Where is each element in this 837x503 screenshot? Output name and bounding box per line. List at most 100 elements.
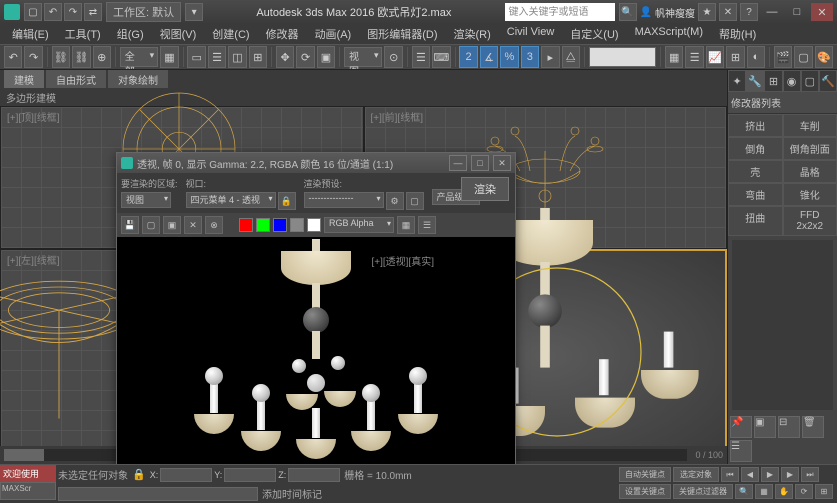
ribbon-tab-freeform[interactable]: 自由形式 — [46, 70, 106, 88]
crossing-icon[interactable]: ▦ — [160, 46, 178, 68]
mod-bend[interactable]: 弯曲 — [728, 183, 783, 206]
cmd-tab-create[interactable]: ✦ — [728, 70, 746, 92]
unique[interactable]: ⊟ — [778, 416, 800, 438]
material-editor-button[interactable]: ◐ — [747, 46, 765, 68]
coord-y[interactable] — [224, 468, 276, 482]
workspace-dropdown[interactable]: ▾ — [185, 3, 203, 21]
channel-alpha[interactable] — [290, 218, 304, 232]
rotate-button[interactable]: ⟳ — [296, 46, 314, 68]
render-close-button[interactable]: ✕ — [493, 155, 511, 171]
mirror-button[interactable]: ⧋ — [562, 46, 580, 68]
addtime-label[interactable]: 添加时间标记 — [262, 486, 322, 501]
window-crossing-button[interactable]: ⊞ — [249, 46, 267, 68]
menu-group[interactable]: 组(G) — [111, 24, 150, 44]
clone-button[interactable]: ▣ — [163, 216, 181, 234]
undo-button[interactable]: ↶ — [4, 46, 22, 68]
menu-edit[interactable]: 编辑(E) — [6, 24, 55, 44]
render-button-main[interactable]: 渲染 — [461, 177, 509, 201]
mod-lathe[interactable]: 车削 — [783, 114, 837, 137]
help-icon[interactable]: 🔍 — [619, 3, 637, 21]
setkey-button[interactable]: 设置关键点 — [619, 484, 671, 499]
render-canvas[interactable] — [117, 237, 515, 481]
menu-customize[interactable]: 自定义(U) — [564, 24, 624, 44]
modifier-stack[interactable] — [732, 240, 833, 410]
nav-orbit[interactable]: ⟳ — [795, 484, 813, 499]
render-max-button[interactable]: □ — [471, 155, 489, 171]
keyfilter-button[interactable]: 关键点过滤器 — [673, 484, 733, 499]
cmd-tab-display[interactable]: ▢ — [801, 70, 819, 92]
close-button[interactable]: ✕ — [811, 3, 833, 21]
timeline-thumb[interactable] — [4, 449, 44, 461]
bind-button[interactable]: ⊕ — [93, 46, 111, 68]
cmd-tab-modify[interactable]: 🔧 — [746, 70, 764, 92]
viewport-left-label[interactable]: [+][左][线框] — [7, 252, 60, 267]
select-name-button[interactable]: ☰ — [208, 46, 226, 68]
mod-lattice[interactable]: 晶格 — [783, 160, 837, 183]
menu-render[interactable]: 渲染(R) — [448, 24, 497, 44]
pin-stack[interactable]: 📌 — [730, 416, 752, 438]
menu-tools[interactable]: 工具(T) — [59, 24, 107, 44]
menu-view[interactable]: 视图(V) — [154, 24, 203, 44]
nav-maximize[interactable]: ⊞ — [815, 484, 833, 499]
selection-filter[interactable]: 全部 — [120, 47, 158, 67]
selected-button[interactable]: 选定对象 — [673, 467, 719, 482]
select-region-button[interactable]: ◫ — [228, 46, 246, 68]
play-prev[interactable]: ◀ — [741, 467, 759, 482]
play-end[interactable]: ⏭ — [801, 467, 819, 482]
configure-sets[interactable]: ☰ — [730, 440, 752, 462]
schematic-button[interactable]: ⊞ — [726, 46, 744, 68]
user-badge[interactable]: 👤 帆神瘦瘦 — [640, 5, 695, 20]
area-combo[interactable]: 视图 — [121, 192, 171, 208]
qat-link[interactable]: ⇄ — [84, 3, 102, 21]
render-min-button[interactable]: — — [449, 155, 467, 171]
keyboard-shortcut-button[interactable]: ⌨ — [432, 46, 450, 68]
render-frame-button[interactable]: ▢ — [794, 46, 812, 68]
toggle-overlay[interactable]: ☰ — [418, 216, 436, 234]
search-input[interactable]: 键入关键字或短语 — [505, 3, 615, 21]
menu-help[interactable]: 帮助(H) — [713, 24, 762, 44]
scale-button[interactable]: ▣ — [317, 46, 335, 68]
percent-snap[interactable]: % — [500, 46, 518, 68]
lock-viewport[interactable]: 🔒 — [278, 192, 296, 210]
notification-icon[interactable]: ✕ — [719, 3, 737, 21]
render-setup-button[interactable]: 🎬 — [774, 46, 792, 68]
angle-snap[interactable]: ∡ — [480, 46, 498, 68]
welcome-badge[interactable]: 欢迎使用 — [0, 465, 56, 482]
modifier-list-header[interactable]: 修改器列表 — [728, 92, 837, 114]
move-button[interactable]: ✥ — [276, 46, 294, 68]
edge-constraint[interactable]: ▸ — [541, 46, 559, 68]
coord-z[interactable] — [288, 468, 340, 482]
snap-toggle[interactable]: 2 — [459, 46, 477, 68]
workspace-selector[interactable]: 工作区: 默认 — [106, 2, 181, 22]
favorite-icon[interactable]: ★ — [698, 3, 716, 21]
render-button[interactable]: 🎨 — [815, 46, 833, 68]
menu-grapheditor[interactable]: 图形编辑器(D) — [361, 24, 443, 44]
channel-green[interactable] — [256, 218, 270, 232]
menu-civilview[interactable]: Civil View — [501, 24, 560, 44]
nav-zoomall[interactable]: ▦ — [755, 484, 773, 499]
select-button[interactable]: ▭ — [187, 46, 205, 68]
layer-button[interactable]: ☰ — [685, 46, 703, 68]
spinner-snap[interactable]: 3 — [521, 46, 539, 68]
reference-coord[interactable]: 视图 — [344, 47, 382, 67]
mod-taper[interactable]: 锥化 — [783, 183, 837, 206]
save-image-button[interactable]: 💾 — [121, 216, 139, 234]
redo-button[interactable]: ↷ — [24, 46, 42, 68]
menu-maxscript[interactable]: MAXScript(M) — [629, 24, 709, 44]
lock-icon[interactable]: 🔒 — [132, 468, 146, 481]
remove-mod[interactable]: 🗑 — [802, 416, 824, 438]
command-input[interactable] — [58, 487, 258, 501]
unlink-button[interactable]: ⛓ — [72, 46, 90, 68]
copy-image-button[interactable]: ▢ — [142, 216, 160, 234]
maximize-button[interactable]: □ — [786, 3, 808, 21]
menu-modifiers[interactable]: 修改器 — [260, 24, 305, 44]
mod-extrude[interactable]: 挤出 — [728, 114, 783, 137]
mod-ffd[interactable]: FFD 2x2x2 — [783, 206, 837, 236]
pivot-button[interactable]: ⊙ — [384, 46, 402, 68]
menu-create[interactable]: 创建(C) — [206, 24, 255, 44]
viewport-front-label[interactable]: [+][前][线框] — [371, 109, 424, 124]
select-manipulate-button[interactable]: ☰ — [412, 46, 430, 68]
play-button[interactable]: ▶ — [761, 467, 779, 482]
curve-editor-button[interactable]: 📈 — [706, 46, 724, 68]
channel-blue[interactable] — [273, 218, 287, 232]
